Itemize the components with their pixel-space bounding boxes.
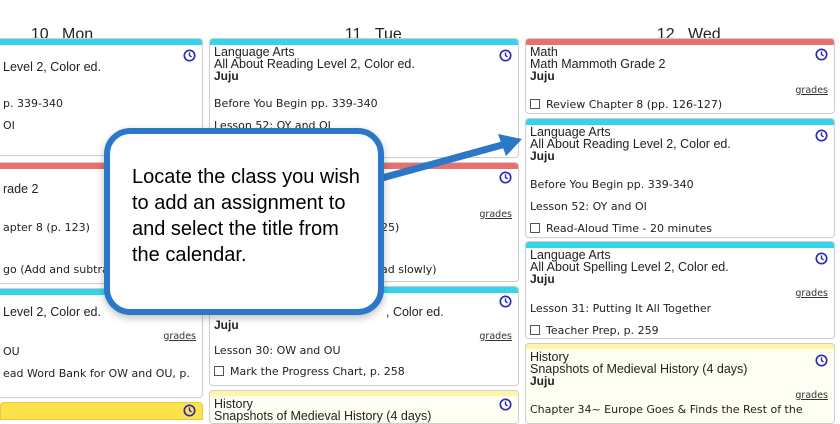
wed-spelling-card[interactable]: Language Arts All About Spelling Level 2… [525, 241, 835, 339]
wed-history-card[interactable]: History Snapshots of Medieval History (4… [525, 343, 835, 424]
checkbox-icon[interactable] [530, 325, 540, 335]
lesson-text: OI [3, 119, 15, 132]
lesson-text: ead Word Bank for OW and OU, p. [3, 367, 190, 380]
course-title[interactable]: Level 2, Color ed. [3, 61, 101, 74]
task-label: Mark the Progress Chart, p. 258 [230, 365, 405, 378]
lesson-text: go (Add and subtrac [3, 263, 115, 276]
clock-icon[interactable] [183, 404, 196, 417]
lesson-text: apter 8 (p. 123) [3, 221, 90, 234]
grades-link[interactable]: grades [479, 209, 512, 220]
wed-math-card[interactable]: Math Math Mammoth Grade 2 Juju Review Ch… [525, 38, 835, 114]
lesson-text: Lesson 30: OW and OU [214, 344, 341, 357]
lesson-text: Before You Begin pp. 339-340 [530, 178, 694, 191]
tue-history-card[interactable]: History Snapshots of Medieval History (4… [209, 390, 519, 424]
subject-color-bar [526, 39, 834, 45]
day-header-tue: 11 Tue [336, 8, 402, 43]
task-label: Read-Aloud Time - 20 minutes [546, 222, 713, 235]
task-label: Teacher Prep, p. 259 [546, 324, 659, 337]
course-title[interactable]: All About Spelling Level 2, Color ed. [530, 261, 830, 274]
course-title[interactable]: rade 2 [3, 183, 38, 196]
course-title[interactable]: Snapshots of Medieval History (4 days) [214, 410, 514, 423]
day-header-mon: 10 Mon [22, 8, 93, 43]
wed-language-arts-card[interactable]: Language Arts All About Reading Level 2,… [525, 118, 835, 238]
grades-link[interactable]: grades [479, 331, 512, 342]
clock-icon[interactable] [499, 171, 512, 184]
student-name: Juju [530, 272, 555, 286]
lesson-text: Chapter 34~ Europe Goes & Finds the Rest… [530, 403, 803, 416]
lesson-text: p. 339-340 [3, 97, 63, 110]
student-name: Juju [530, 374, 555, 388]
lesson-text: Before You Begin pp. 339-340 [214, 97, 378, 110]
checkbox-icon[interactable] [214, 366, 224, 376]
checkbox-icon[interactable] [530, 99, 540, 109]
day-header-wed: 12 Wed [648, 8, 721, 43]
lesson-text: Lesson 52: OY and OI [530, 200, 647, 213]
student-name: Juju [530, 69, 555, 83]
task-item: Mark the Progress Chart, p. 258 [214, 365, 405, 378]
task-item: Review Chapter 8 (pp. 126-127) [530, 98, 722, 111]
checkbox-icon[interactable] [530, 223, 540, 233]
student-name: Juju [530, 149, 555, 163]
callout-text: Locate the class you wish to add an assi… [132, 166, 360, 266]
clock-icon[interactable] [183, 49, 196, 62]
course-title[interactable]: All About Reading Level 2, Color ed. [530, 138, 830, 151]
grades-link[interactable]: grades [163, 331, 196, 342]
grades-link[interactable]: grades [795, 288, 828, 299]
lesson-text: Lesson 31: Putting It All Together [530, 302, 712, 315]
task-item: Teacher Prep, p. 259 [530, 324, 659, 337]
task-label: Review Chapter 8 (pp. 126-127) [546, 98, 723, 111]
mon-history-card[interactable] [0, 402, 203, 420]
subject-color-bar [210, 391, 518, 396]
lesson-text: ad slowly) [381, 263, 437, 276]
course-title[interactable]: Level 2, Color ed. [3, 306, 101, 319]
subject-color-bar [0, 39, 202, 45]
course-title[interactable]: Math Mammoth Grade 2 [530, 58, 830, 71]
student-name: Juju [214, 318, 239, 332]
course-title[interactable]: All About Reading Level 2, Color ed. [214, 58, 514, 71]
grades-link[interactable]: grades [795, 85, 828, 96]
grades-link[interactable]: grades [795, 390, 828, 401]
course-title[interactable]: , Color ed. [386, 306, 444, 319]
student-name: Juju [214, 69, 239, 83]
lesson-text: OU [3, 345, 20, 358]
task-item: Read-Aloud Time - 20 minutes [530, 222, 712, 235]
clock-icon[interactable] [499, 295, 512, 308]
tutorial-callout: Locate the class you wish to add an assi… [104, 128, 384, 315]
subject-color-bar [526, 344, 834, 349]
course-title[interactable]: Snapshots of Medieval History (4 days) [530, 363, 830, 376]
